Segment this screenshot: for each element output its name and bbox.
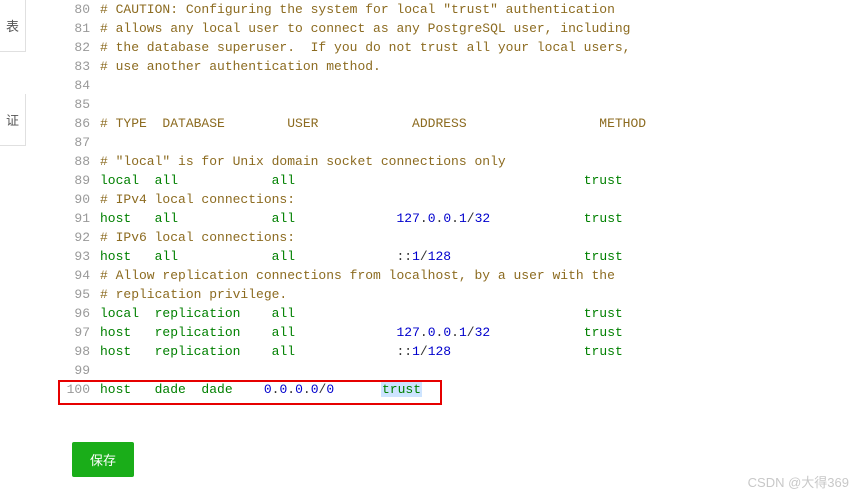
line-number: 88	[62, 152, 100, 171]
line-number: 84	[62, 76, 100, 95]
code-line[interactable]: 98host replication all ::1/128 trust	[62, 342, 861, 361]
code-line[interactable]: 87	[62, 133, 861, 152]
line-number: 80	[62, 0, 100, 19]
line-content[interactable]: host all all 127.0.0.1/32 trust	[100, 209, 861, 228]
line-number: 87	[62, 133, 100, 152]
line-content[interactable]: # "local" is for Unix domain socket conn…	[100, 152, 861, 171]
line-number: 82	[62, 38, 100, 57]
code-line[interactable]: 90# IPv4 local connections:	[62, 190, 861, 209]
line-content[interactable]	[100, 133, 861, 152]
line-content[interactable]: # use another authentication method.	[100, 57, 861, 76]
line-number: 98	[62, 342, 100, 361]
line-content[interactable]: host replication all 127.0.0.1/32 trust	[100, 323, 861, 342]
code-line[interactable]: 94# Allow replication connections from l…	[62, 266, 861, 285]
code-line[interactable]: 91host all all 127.0.0.1/32 trust	[62, 209, 861, 228]
code-editor[interactable]: 80# CAUTION: Configuring the system for …	[62, 0, 861, 399]
line-number: 95	[62, 285, 100, 304]
code-line[interactable]: 88# "local" is for Unix domain socket co…	[62, 152, 861, 171]
line-number: 93	[62, 247, 100, 266]
code-line[interactable]: 82# the database superuser. If you do no…	[62, 38, 861, 57]
code-line[interactable]: 80# CAUTION: Configuring the system for …	[62, 0, 861, 19]
code-line[interactable]: 81# allows any local user to connect as …	[62, 19, 861, 38]
line-content[interactable]: # replication privilege.	[100, 285, 861, 304]
code-line[interactable]: 92# IPv6 local connections:	[62, 228, 861, 247]
side-frag-2: 证	[0, 94, 26, 146]
line-number: 81	[62, 19, 100, 38]
code-line[interactable]: 93host all all ::1/128 trust	[62, 247, 861, 266]
line-content[interactable]: # IPv6 local connections:	[100, 228, 861, 247]
line-number: 86	[62, 114, 100, 133]
line-number: 83	[62, 57, 100, 76]
line-number: 94	[62, 266, 100, 285]
line-number: 89	[62, 171, 100, 190]
line-number: 97	[62, 323, 100, 342]
line-content[interactable]: local all all trust	[100, 171, 861, 190]
line-number: 100	[62, 380, 100, 399]
line-number: 96	[62, 304, 100, 323]
line-content[interactable]: # the database superuser. If you do not …	[100, 38, 861, 57]
line-content[interactable]: # IPv4 local connections:	[100, 190, 861, 209]
code-line[interactable]: 86# TYPE DATABASE USER ADDRESS METHOD	[62, 114, 861, 133]
code-line[interactable]: 100host dade dade 0.0.0.0/0 trust	[62, 380, 861, 399]
line-number: 91	[62, 209, 100, 228]
line-content[interactable]	[100, 95, 861, 114]
code-line[interactable]: 85	[62, 95, 861, 114]
code-line[interactable]: 99	[62, 361, 861, 380]
side-panel-fragment: 表 证	[0, 0, 26, 180]
line-number: 90	[62, 190, 100, 209]
code-line[interactable]: 97host replication all 127.0.0.1/32 trus…	[62, 323, 861, 342]
code-line[interactable]: 95# replication privilege.	[62, 285, 861, 304]
line-number: 99	[62, 361, 100, 380]
code-line[interactable]: 84	[62, 76, 861, 95]
line-number: 85	[62, 95, 100, 114]
line-content[interactable]: # TYPE DATABASE USER ADDRESS METHOD	[100, 114, 861, 133]
line-content[interactable]: host replication all ::1/128 trust	[100, 342, 861, 361]
code-line[interactable]: 83# use another authentication method.	[62, 57, 861, 76]
line-content[interactable]	[100, 361, 861, 380]
line-content[interactable]: # allows any local user to connect as an…	[100, 19, 861, 38]
line-content[interactable]: # CAUTION: Configuring the system for lo…	[100, 0, 861, 19]
line-content[interactable]	[100, 76, 861, 95]
save-button[interactable]: 保存	[72, 442, 134, 477]
line-content[interactable]: # Allow replication connections from loc…	[100, 266, 861, 285]
code-line[interactable]: 96local replication all trust	[62, 304, 861, 323]
line-content[interactable]: local replication all trust	[100, 304, 861, 323]
code-line[interactable]: 89local all all trust	[62, 171, 861, 190]
line-number: 92	[62, 228, 100, 247]
line-content[interactable]: host all all ::1/128 trust	[100, 247, 861, 266]
side-frag-1: 表	[0, 0, 26, 52]
line-content[interactable]: host dade dade 0.0.0.0/0 trust	[100, 380, 861, 399]
watermark-text: CSDN @大得369	[748, 472, 849, 491]
